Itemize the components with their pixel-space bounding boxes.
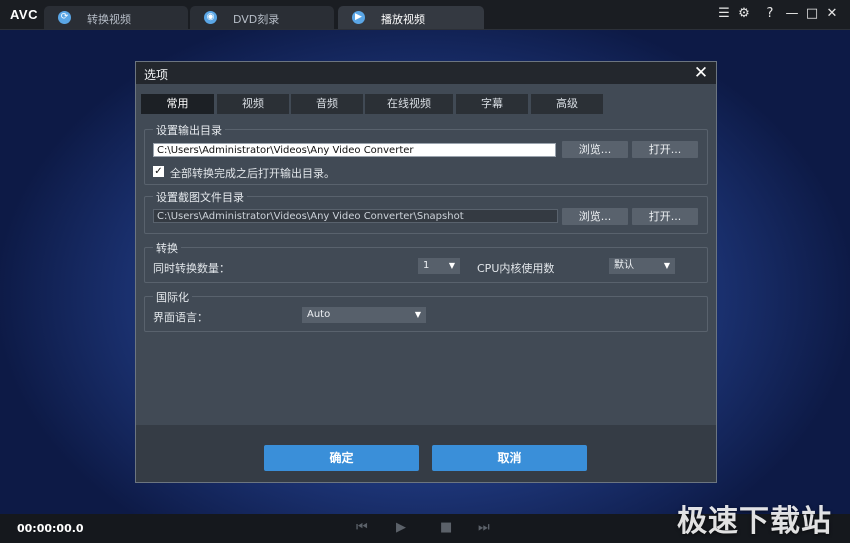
concurrent-label: 同时转换数量： xyxy=(153,262,230,275)
options-dialog: 选项 ✕ 常用 视频 音频 在线视频 字幕 高级 设置输出目录 C:\Users… xyxy=(135,61,717,483)
tab-label: 转换视频 xyxy=(87,13,131,26)
minimize-icon[interactable]: — xyxy=(784,6,800,22)
browse-button[interactable]: 浏览... xyxy=(562,141,628,158)
chevron-down-icon: ▼ xyxy=(663,261,670,270)
dialog-close-icon[interactable]: ✕ xyxy=(692,63,710,83)
chevron-down-icon: ▼ xyxy=(414,310,421,319)
close-icon[interactable]: ✕ xyxy=(824,6,840,22)
stop-icon[interactable]: ■ xyxy=(440,520,452,535)
tab-general[interactable]: 常用 xyxy=(141,94,214,114)
tab-advanced[interactable]: 高级 xyxy=(531,94,603,114)
dialog-footer xyxy=(136,425,716,482)
disc-icon: ◉ xyxy=(204,11,217,24)
tab-label: DVD刻录 xyxy=(233,13,280,26)
tab-online-video[interactable]: 在线视频 xyxy=(365,94,453,114)
checkbox-label: 全部转换完成之后打开输出目录。 xyxy=(170,167,335,180)
snapshot-dir-group: 设置截图文件目录 C:\Users\Administrator\Videos\A… xyxy=(144,189,708,234)
i18n-group: 国际化 界面语言： Auto ▼ xyxy=(144,289,708,332)
select-value: Auto xyxy=(307,309,331,320)
tab-play-video[interactable]: ▶ 播放视频 xyxy=(338,6,484,29)
snapshot-browse-button[interactable]: 浏览... xyxy=(562,208,628,225)
cancel-button[interactable]: 取消 xyxy=(432,445,587,471)
cpu-select[interactable]: 默认 ▼ xyxy=(609,258,675,274)
cpu-label: CPU内核使用数 xyxy=(477,262,555,275)
next-icon[interactable]: ⏭ xyxy=(478,520,490,535)
tab-convert-video[interactable]: ⟳ 转换视频 xyxy=(44,6,188,29)
snapshot-open-button[interactable]: 打开... xyxy=(632,208,698,225)
group-title: 设置输出目录 xyxy=(153,122,225,138)
ok-button[interactable]: 确定 xyxy=(264,445,419,471)
dialog-title: 选项 xyxy=(144,68,169,82)
open-button[interactable]: 打开... xyxy=(632,141,698,158)
play-icon: ▶ xyxy=(352,11,365,24)
maximize-icon[interactable]: □ xyxy=(804,6,820,22)
convert-icon: ⟳ xyxy=(58,11,71,24)
language-label: 界面语言： xyxy=(153,311,208,324)
group-title: 设置截图文件目录 xyxy=(153,189,247,205)
tab-subtitle[interactable]: 字幕 xyxy=(456,94,528,114)
app-logo: AVC xyxy=(10,7,38,22)
dialog-titlebar: 选项 ✕ xyxy=(136,62,716,84)
help-icon[interactable]: ? xyxy=(762,6,778,22)
tab-label: 播放视频 xyxy=(381,13,425,26)
tab-dvd-burn[interactable]: ◉ DVD刻录 xyxy=(190,6,334,29)
watermark: 极速下载站 xyxy=(677,504,832,539)
play-icon[interactable]: ▶ xyxy=(396,520,406,535)
tab-audio[interactable]: 音频 xyxy=(291,94,363,114)
group-title: 国际化 xyxy=(153,289,192,305)
group-title: 转换 xyxy=(153,240,181,256)
select-value: 默认 xyxy=(614,260,634,271)
gear-icon[interactable]: ⚙ xyxy=(736,6,752,22)
output-dir-input[interactable]: C:\Users\Administrator\Videos\Any Video … xyxy=(153,143,556,157)
output-dir-group: 设置输出目录 C:\Users\Administrator\Videos\Any… xyxy=(144,122,708,185)
chevron-down-icon: ▼ xyxy=(448,261,455,270)
open-output-checkbox[interactable]: ✓ xyxy=(153,166,164,177)
concurrent-select[interactable]: 1 ▼ xyxy=(418,258,460,274)
snapshot-dir-input[interactable]: C:\Users\Administrator\Videos\Any Video … xyxy=(153,209,558,223)
language-select[interactable]: Auto ▼ xyxy=(302,307,426,323)
conversion-group: 转换 同时转换数量： 1 ▼ CPU内核使用数 默认 ▼ xyxy=(144,240,708,283)
select-value: 1 xyxy=(423,260,430,271)
app-titlebar: AVC ⟳ 转换视频 ◉ DVD刻录 ▶ 播放视频 ☰ ⚙ ? — □ ✕ xyxy=(0,0,850,30)
time-display: 00:00:00.0 xyxy=(17,522,84,535)
previous-icon[interactable]: ⏮ xyxy=(356,520,368,535)
tab-video[interactable]: 视频 xyxy=(217,94,289,114)
menu-icon[interactable]: ☰ xyxy=(716,6,732,22)
